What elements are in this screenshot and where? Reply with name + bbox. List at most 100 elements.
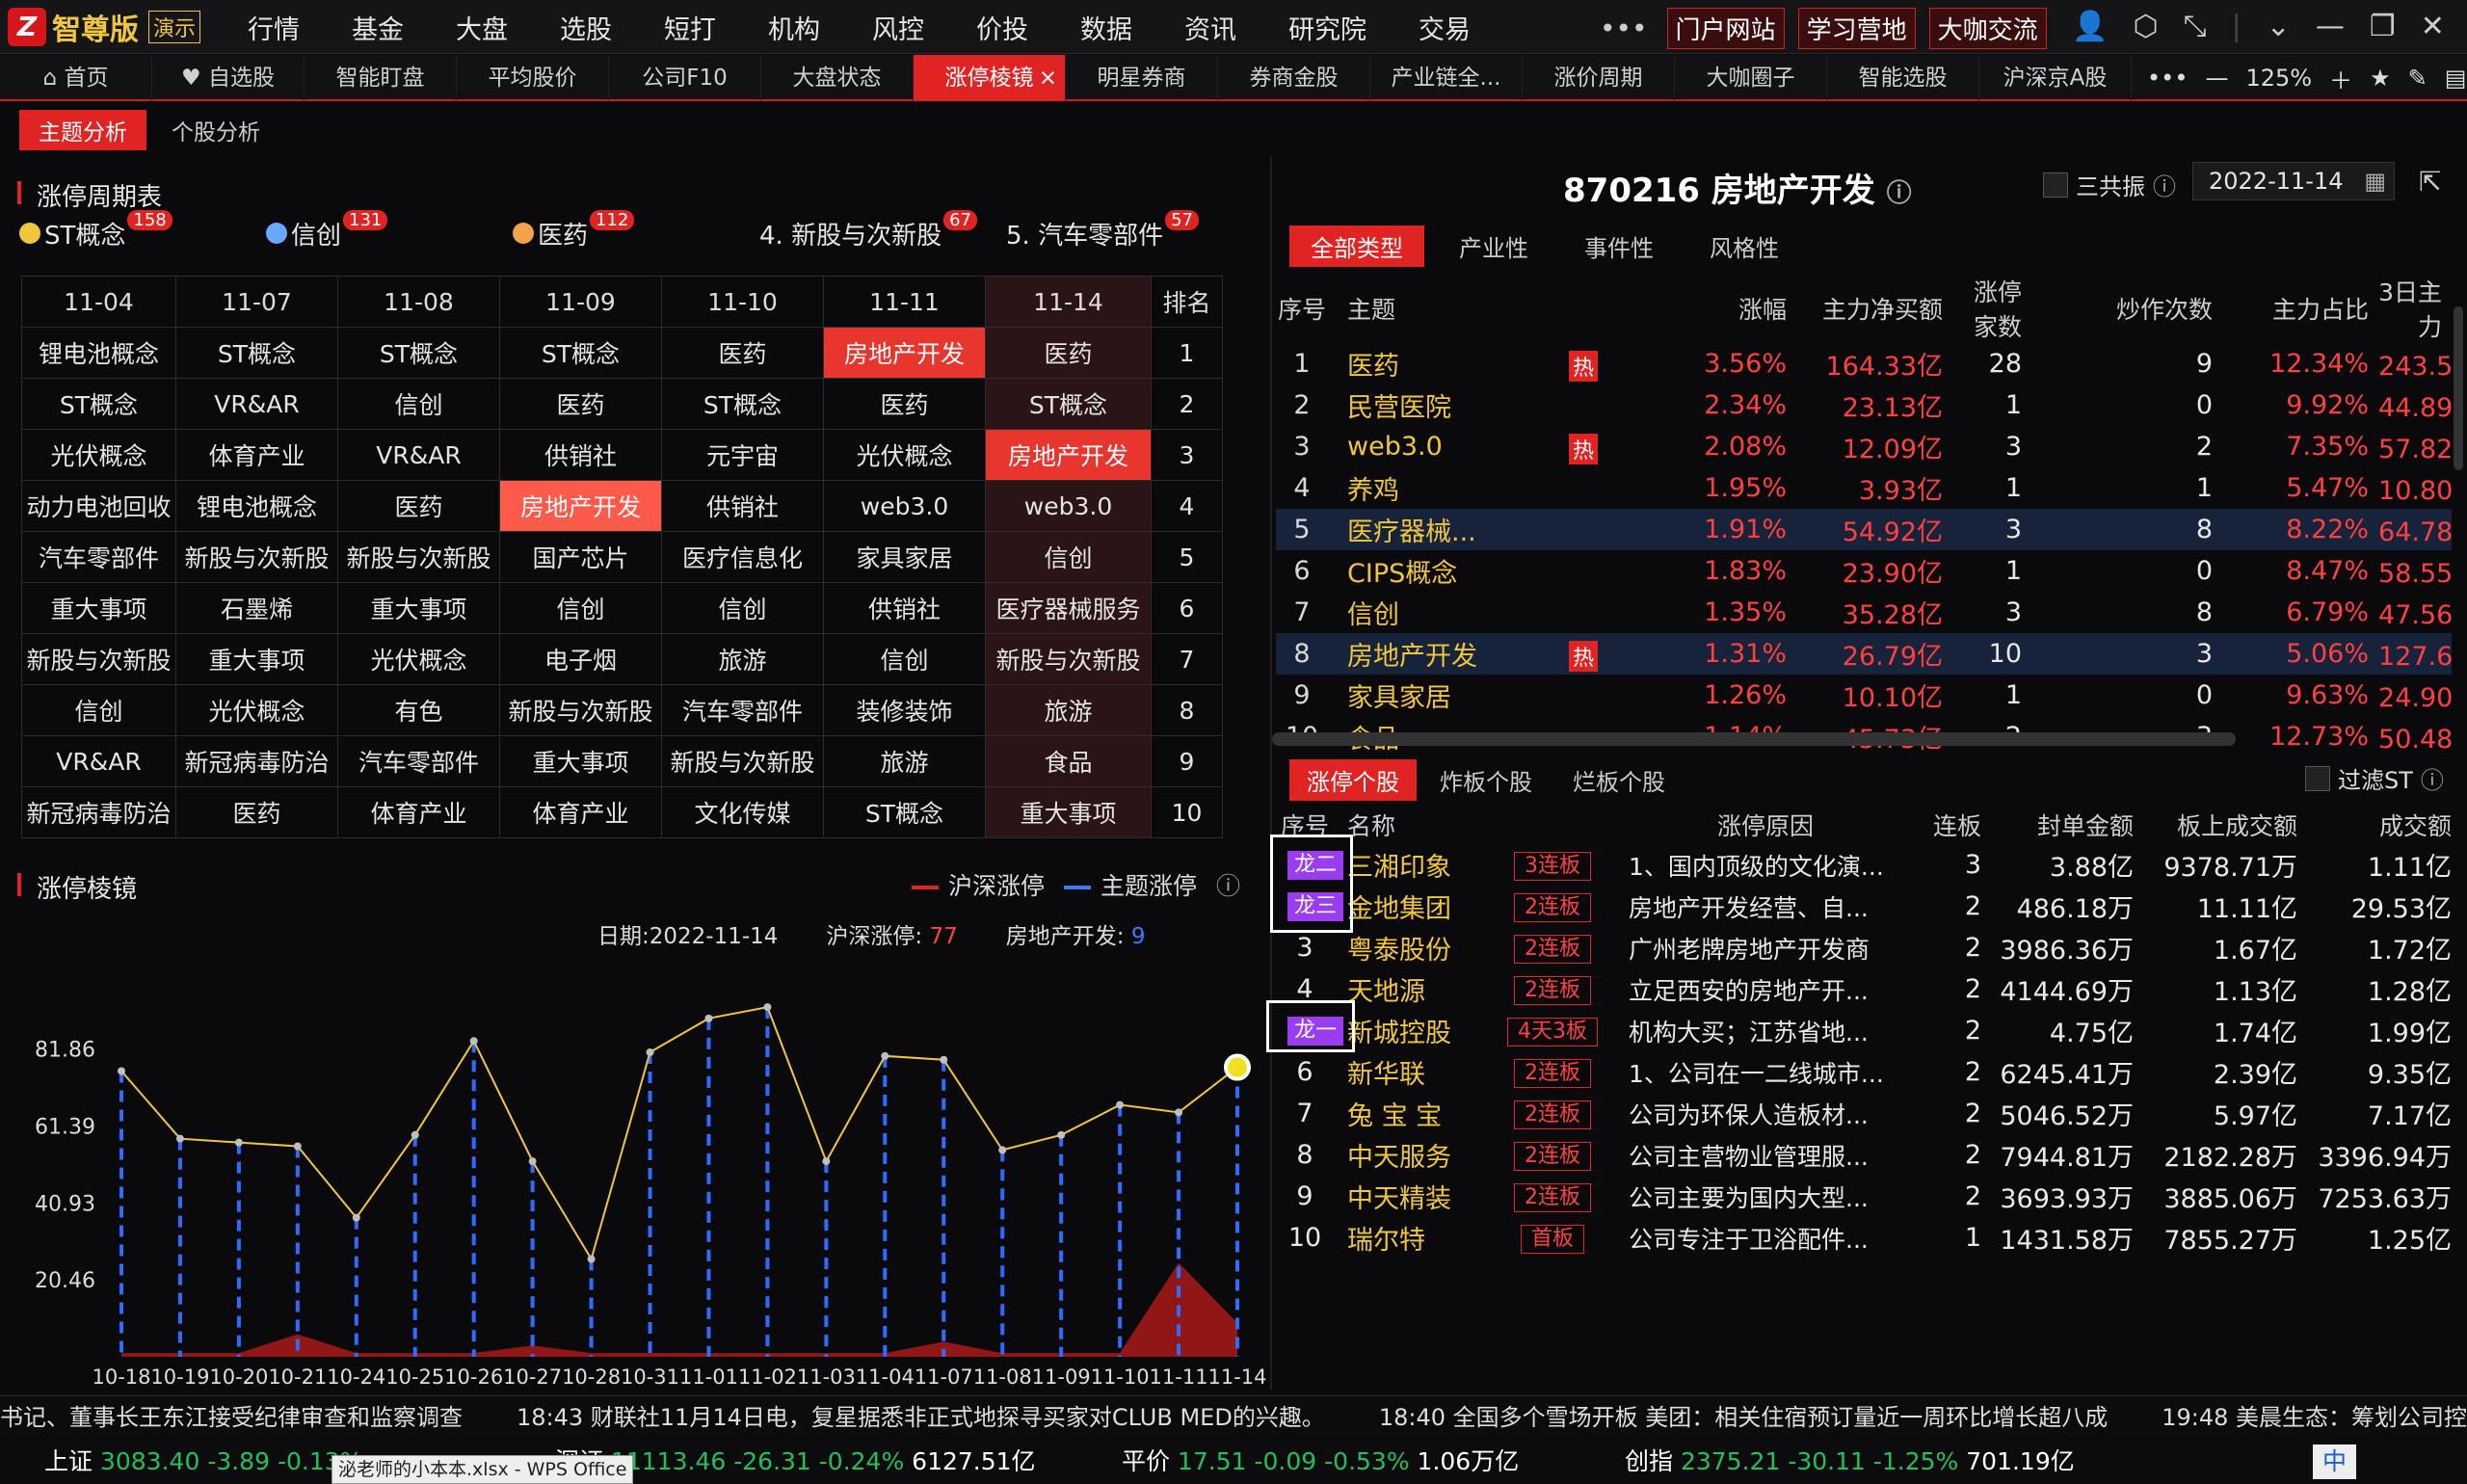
data-point[interactable] bbox=[528, 1157, 537, 1166]
cycle-cell[interactable]: 有色 bbox=[337, 684, 500, 736]
topic-row[interactable]: 3 web3.0 热 2.08% 12.09亿 3 2 7.35% 57.82亿 bbox=[1276, 426, 2452, 467]
cycle-cell[interactable]: 信创 bbox=[985, 531, 1152, 583]
topic-row[interactable]: 5医疗器械... 1.91%54.92亿388.22%64.78亿 bbox=[1276, 509, 2453, 550]
cycle-cell[interactable]: 医疗器械服务 bbox=[985, 582, 1152, 634]
cycle-date-header[interactable]: 11-10 bbox=[661, 276, 824, 328]
data-point[interactable] bbox=[587, 1255, 596, 1263]
tab-8[interactable]: 券商金股 bbox=[1218, 55, 1370, 101]
cycle-cell[interactable]: 汽车零部件 bbox=[21, 531, 176, 583]
menu-item-3[interactable]: 选股 bbox=[534, 9, 638, 46]
cycle-cell[interactable]: ST概念 bbox=[337, 327, 500, 379]
data-point[interactable] bbox=[881, 1051, 889, 1060]
stock-name[interactable]: 粤泰股份 bbox=[1340, 927, 1490, 968]
limit-reason[interactable]: 机构大买；江苏省地... bbox=[1621, 1010, 1898, 1051]
cycle-cell[interactable]: 信创 bbox=[499, 582, 662, 634]
cycle-cell[interactable]: 汽车零部件 bbox=[337, 735, 500, 787]
stock-row[interactable]: 10 瑞尔特 首板 公司专注于卫浴配件... 1 1431.58万 7855.27万 1.25… bbox=[1276, 1217, 2457, 1259]
topic-name[interactable]: CIPS概念 bbox=[1338, 550, 1507, 592]
topic-name[interactable]: 民营医院 bbox=[1338, 384, 1507, 426]
cycle-cell[interactable]: 元宇宙 bbox=[661, 429, 824, 481]
stock-name[interactable]: 中天精装 bbox=[1340, 1176, 1490, 1217]
cycle-cell[interactable]: 医药 bbox=[985, 327, 1152, 379]
index-sh[interactable]: 上证 3083.40 -3.89 -0.13% bbox=[44, 1440, 362, 1484]
cycle-legend-item[interactable]: ST概念 158 bbox=[19, 209, 266, 252]
limit-reason[interactable]: 公司专注于卫浴配件... bbox=[1621, 1217, 1898, 1259]
topic-column-header[interactable]: 主力占比 bbox=[2222, 274, 2378, 343]
menu-item-4[interactable]: 短打 bbox=[638, 9, 742, 46]
limit-reason[interactable]: 1、国内顶级的文化演... bbox=[1621, 844, 1898, 886]
cycle-cell[interactable]: 装修装饰 bbox=[823, 684, 986, 736]
cycle-date-header[interactable]: 11-14 bbox=[985, 276, 1152, 328]
limit-reason[interactable]: 公司主要为国内大型... bbox=[1621, 1176, 1898, 1217]
cycle-cell[interactable]: ST概念 bbox=[499, 327, 662, 379]
topic-column-header[interactable]: 涨停家数 bbox=[1952, 274, 2031, 343]
cycle-cell[interactable]: ST概念 bbox=[985, 378, 1152, 430]
topic-name[interactable]: 信创 bbox=[1338, 592, 1507, 633]
close-icon[interactable]: ✕ bbox=[2421, 10, 2445, 43]
restore-icon[interactable]: ❐ bbox=[2370, 10, 2396, 43]
menu-item-5[interactable]: 机构 bbox=[742, 9, 846, 46]
cycle-cell[interactable]: 重大事项 bbox=[985, 786, 1152, 838]
topic-row[interactable]: 1 医药 热 3.56% 164.33亿 28 9 12.34% 243.53亿 bbox=[1276, 343, 2452, 384]
topic-row[interactable]: 8房地产开发 热1.31%26.79亿1035.06%127.67亿 bbox=[1276, 633, 2453, 675]
cycle-cell[interactable]: 动力电池回收 bbox=[21, 480, 176, 532]
data-point[interactable] bbox=[1116, 1100, 1125, 1109]
data-point[interactable] bbox=[1057, 1130, 1066, 1139]
cycle-cell[interactable]: 光伏概念 bbox=[337, 633, 500, 685]
topic-name[interactable]: 医药 bbox=[1338, 343, 1507, 384]
tab-9[interactable]: 产业链全... bbox=[1370, 55, 1523, 101]
cycle-legend-item[interactable]: 医药 112 bbox=[513, 209, 759, 252]
shrink-icon[interactable]: ⤡ bbox=[2184, 10, 2207, 43]
menu-item-1[interactable]: 基金 bbox=[326, 9, 430, 46]
sidebar-toggle-icon[interactable]: ▤ bbox=[2445, 65, 2467, 92]
stock-column-header[interactable]: 名称 bbox=[1340, 806, 1621, 844]
cycle-cell[interactable]: ST概念 bbox=[661, 378, 824, 430]
topic-name[interactable]: 养鸡 bbox=[1338, 467, 1507, 509]
topic-name[interactable]: 房地产开发 bbox=[1338, 633, 1507, 675]
edit-icon[interactable]: ✎ bbox=[2408, 65, 2427, 92]
news-item[interactable]: 书记、董事长王东江接受纪律审查和监察调查 bbox=[0, 1404, 463, 1431]
stock-name[interactable]: 瑞尔特 bbox=[1340, 1217, 1490, 1259]
checkbox[interactable] bbox=[2043, 172, 2068, 198]
zoom-in-icon[interactable]: ＋ bbox=[2329, 62, 2352, 95]
stock-row[interactable]: 3 粤泰股份 2连板 广州老牌房地产开发商 2 3986.36万 1.67亿 1.72亿 bbox=[1276, 927, 2457, 968]
limit-reason[interactable]: 公司主营物业管理服... bbox=[1621, 1134, 1898, 1176]
limit-reason[interactable]: 房地产开发经营、自... bbox=[1621, 886, 1898, 927]
cycle-cell[interactable]: 医药 bbox=[175, 786, 338, 838]
zoom-out-icon[interactable]: — bbox=[2205, 65, 2228, 92]
stock-tab-0[interactable]: 涨停个股 bbox=[1289, 759, 1417, 801]
cycle-cell[interactable]: 光伏概念 bbox=[823, 429, 986, 481]
cycle-cell[interactable]: 医药 bbox=[823, 378, 986, 430]
menu-item-10[interactable]: 研究院 bbox=[1262, 9, 1393, 46]
cycle-date-header[interactable]: 11-11 bbox=[823, 276, 986, 328]
cycle-cell[interactable]: 石墨烯 bbox=[175, 582, 338, 634]
cycle-cell[interactable]: 重大事项 bbox=[21, 582, 176, 634]
settings-icon[interactable]: ⬡ bbox=[2133, 10, 2158, 43]
portal-button[interactable]: 门户网站 bbox=[1666, 8, 1785, 49]
topic-row[interactable]: 7 信创 1.35% 35.28亿 3 8 6.79% 47.56亿 bbox=[1276, 592, 2452, 633]
tab-13[interactable]: 沪深京A股 bbox=[1979, 55, 2132, 101]
topic-row[interactable]: 4 养鸡 1.95% 3.93亿 1 1 5.47% 10.80亿 bbox=[1276, 467, 2452, 509]
topic-filter-1[interactable]: 产业性 bbox=[1438, 225, 1550, 267]
more-icon[interactable]: ••• bbox=[1600, 13, 1648, 44]
data-point[interactable] bbox=[411, 1130, 419, 1139]
cycle-cell[interactable]: web3.0 bbox=[985, 480, 1152, 532]
cycle-cell[interactable]: 文化传媒 bbox=[661, 786, 824, 838]
stock-name[interactable]: 天地源 bbox=[1340, 968, 1490, 1010]
cycle-cell[interactable]: 供销社 bbox=[661, 480, 824, 532]
filter-st-checkbox[interactable]: 过滤ST ⓘ bbox=[2305, 761, 2444, 795]
menu-item-11[interactable]: 交易 bbox=[1393, 9, 1497, 46]
stock-row[interactable]: 9 中天精装 2连板 公司主要为国内大型... 2 3693.93万 3885.06万 725… bbox=[1276, 1176, 2457, 1217]
news-item[interactable]: 19:48 美晨生态：筹划公司控 bbox=[2162, 1404, 2467, 1431]
stock-name[interactable]: 新华联 bbox=[1340, 1051, 1490, 1093]
cycle-cell[interactable]: ST概念 bbox=[823, 786, 986, 838]
data-point[interactable] bbox=[763, 1003, 772, 1012]
cycle-cell[interactable]: web3.0 bbox=[823, 480, 986, 532]
tab-5[interactable]: 大盘状态 bbox=[761, 55, 914, 101]
tab-2[interactable]: 智能盯盘 bbox=[305, 55, 457, 101]
topic-name[interactable]: web3.0 bbox=[1338, 426, 1507, 467]
cycle-cell[interactable]: 锂电池概念 bbox=[21, 327, 176, 379]
tab-0[interactable]: ⌂ 首页 bbox=[0, 55, 152, 101]
data-point[interactable] bbox=[175, 1134, 184, 1143]
menu-item-2[interactable]: 大盘 bbox=[430, 9, 534, 46]
